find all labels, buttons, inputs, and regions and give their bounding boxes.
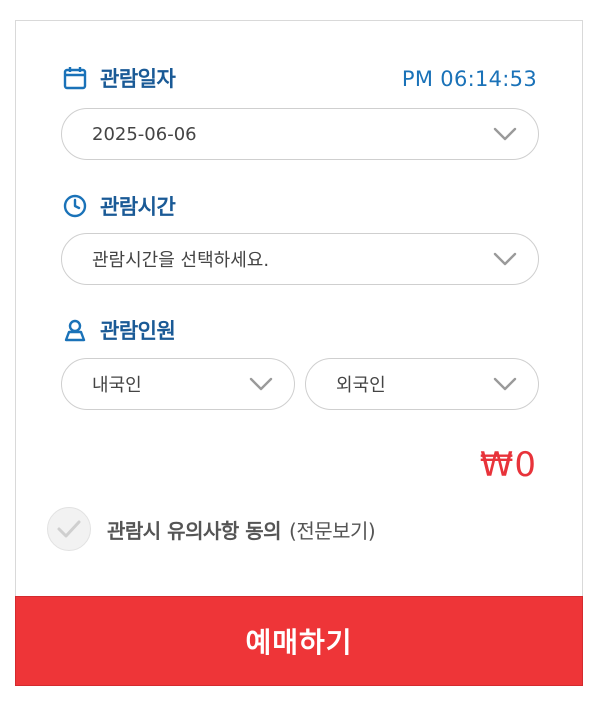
- date-select[interactable]: 2025-06-06: [61, 108, 539, 160]
- time-label: 관람시간: [100, 195, 176, 219]
- people-section-header: 관람인원: [62, 315, 176, 345]
- foreign-select-value: 외국인: [336, 375, 386, 396]
- chevron-down-icon: [492, 376, 518, 392]
- domestic-select[interactable]: 내국인: [61, 358, 295, 410]
- foreign-select[interactable]: 외국인: [305, 358, 539, 410]
- chevron-down-icon: [248, 376, 274, 392]
- book-button[interactable]: 예매하기: [15, 596, 583, 686]
- chevron-down-icon: [492, 251, 518, 267]
- agreement-view-full-link[interactable]: (전문보기): [289, 519, 376, 543]
- clock-icon: [62, 193, 88, 219]
- date-label: 관람일자: [100, 67, 176, 91]
- time-section-header: 관람시간: [62, 191, 176, 221]
- people-label: 관람인원: [100, 319, 176, 343]
- time-select[interactable]: 관람시간을 선택하세요.: [61, 233, 539, 285]
- reservation-panel: 관람일자 PM 06:14:53 2025-06-06 관람시간 관람시간을 선…: [15, 20, 583, 686]
- date-select-value: 2025-06-06: [92, 123, 197, 145]
- person-icon: [62, 317, 88, 343]
- domestic-select-value: 내국인: [92, 375, 142, 396]
- chevron-down-icon: [492, 126, 518, 142]
- agreement-label: 관람시 유의사항 동의: [107, 518, 282, 543]
- time-select-placeholder: 관람시간을 선택하세요.: [92, 250, 270, 271]
- check-icon[interactable]: [47, 507, 91, 551]
- current-time: PM 06:14:53: [401, 67, 537, 91]
- calendar-icon: [62, 65, 88, 91]
- date-section-header: 관람일자: [62, 63, 176, 93]
- total-price: ₩0: [479, 445, 537, 485]
- agreement-checkbox[interactable]: 관람시 유의사항 동의 (전문보기): [47, 507, 376, 551]
